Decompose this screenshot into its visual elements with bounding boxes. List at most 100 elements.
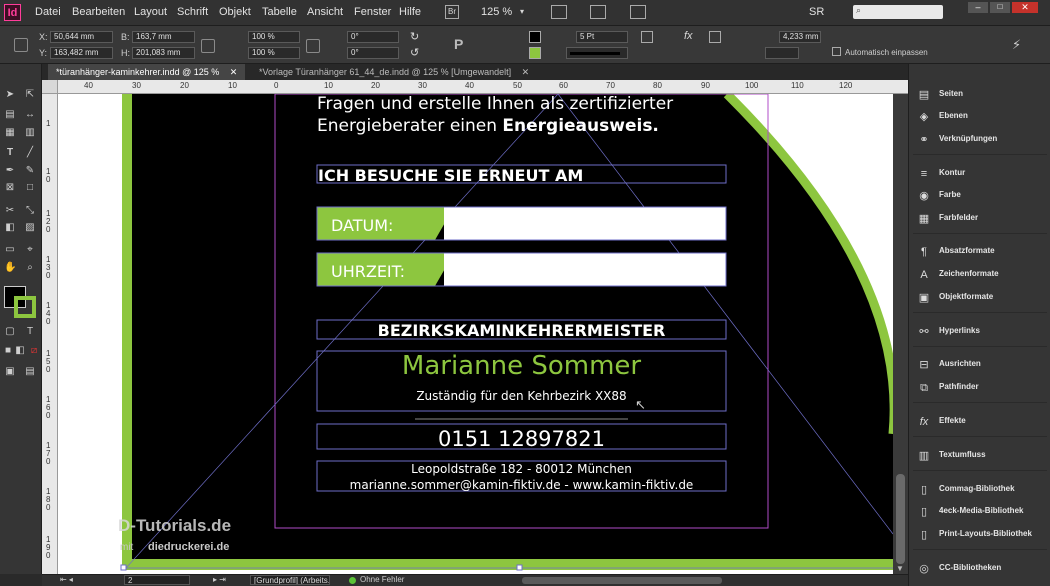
selection-tool-icon[interactable]: ➤ xyxy=(4,89,16,101)
link-scale-icon[interactable] xyxy=(306,39,320,53)
gap-tool-icon[interactable]: ↔ xyxy=(24,109,36,121)
hand-tool-icon[interactable]: ✋ xyxy=(4,262,16,274)
zoom-tool-icon[interactable]: ⌕ xyxy=(24,262,36,274)
page-nav-forward-icon[interactable]: ▸ ⇥ xyxy=(213,575,226,584)
stroke-type-select[interactable] xyxy=(566,47,628,59)
scissors-tool-icon[interactable]: ✂ xyxy=(4,205,16,217)
preview-mode-icon[interactable]: ▤ xyxy=(24,366,36,378)
gradient-tool-icon[interactable]: ◧ xyxy=(4,222,16,234)
rotate-cw-icon[interactable]: ↻ xyxy=(410,30,419,43)
date-label[interactable]: DATUM: xyxy=(331,216,393,235)
x-field[interactable]: 50,644 mm xyxy=(50,31,113,43)
preflight-status[interactable]: Ohne Fehler xyxy=(360,575,404,584)
constrain-proportions-icon[interactable] xyxy=(201,39,215,53)
page-tool-icon[interactable]: ▤ xyxy=(4,109,16,121)
rotate-ccw-icon[interactable]: ↺ xyxy=(410,46,419,59)
width-field[interactable]: 163,7 mm xyxy=(132,31,195,43)
vertical-ruler[interactable]: 1 1 0 1 2 0 1 3 0 1 4 0 1 5 0 1 6 0 1 7 … xyxy=(42,94,58,574)
time-label[interactable]: UHRZEIT: xyxy=(331,262,405,281)
frame-tool-icon[interactable]: ⊠ xyxy=(4,182,16,194)
gradient-feather-icon[interactable]: ▨ xyxy=(24,222,36,234)
bridge-button[interactable]: Br xyxy=(445,5,459,19)
view-options-icon[interactable] xyxy=(551,5,567,19)
menu-schrift[interactable]: Schrift xyxy=(177,6,208,18)
menu-tabelle[interactable]: Tabelle xyxy=(262,6,297,18)
eyedropper-tool-icon[interactable]: ⌖ xyxy=(24,244,36,256)
tab-document-vorlage[interactable]: *Vorlage Türanhänger 61_44_de.indd @ 125… xyxy=(251,64,537,80)
free-transform-icon[interactable]: ⤡ xyxy=(24,205,36,217)
normal-view-icon[interactable]: ▣ xyxy=(4,366,16,378)
height-field[interactable]: 201,083 mm xyxy=(132,47,195,59)
address-text[interactable]: Leopoldstraße 182 - 80012 München xyxy=(317,462,726,476)
menu-bearbeiten[interactable]: Bearbeiten xyxy=(72,6,125,18)
opacity-icon[interactable] xyxy=(641,31,653,43)
district-text[interactable]: Zuständig für den Kehrbezirk XX88 xyxy=(317,389,726,403)
ruler-origin[interactable] xyxy=(42,80,58,94)
zoom-level[interactable]: 125 % xyxy=(481,6,512,18)
scale-y-field[interactable]: 100 % xyxy=(248,47,300,59)
search-input[interactable]: ⌕ xyxy=(853,5,943,19)
page-nav-icon[interactable]: ⇤ ◂ xyxy=(60,575,73,584)
y-field[interactable]: 163,482 mm xyxy=(50,47,113,59)
apply-none-icon[interactable]: ⧄ xyxy=(28,345,40,357)
document-canvas[interactable]: Fragen und erstelle Ihnen als zertifizie… xyxy=(58,94,893,574)
scale-x-field[interactable]: 100 % xyxy=(248,31,300,43)
type-tool-icon[interactable]: T xyxy=(4,147,16,159)
corner-select[interactable] xyxy=(765,47,799,59)
note-tool-icon[interactable]: ▭ xyxy=(4,244,16,256)
shear-field[interactable]: 0° xyxy=(347,47,399,59)
profile-select[interactable]: [Grundprofil] (Arbeits... xyxy=(250,575,330,585)
path-icon[interactable]: P xyxy=(454,36,463,52)
content-collector-icon[interactable]: ▦ xyxy=(4,127,16,139)
arrange-documents-icon[interactable] xyxy=(630,5,646,19)
effects-icon[interactable]: fx xyxy=(684,30,693,42)
quick-apply-icon[interactable]: ⚡ xyxy=(1012,37,1021,53)
line-tool-icon[interactable]: ╱ xyxy=(24,147,36,159)
scroll-down-icon[interactable]: ▼ xyxy=(896,564,904,573)
reference-point-icon[interactable] xyxy=(14,38,28,52)
menu-fenster[interactable]: Fenster xyxy=(354,6,391,18)
tab-document-active[interactable]: *türanhänger-kaminkehrer.indd @ 125 % ✕ xyxy=(48,64,246,80)
menu-objekt[interactable]: Objekt xyxy=(219,6,251,18)
pen-tool-icon[interactable]: ✒ xyxy=(4,165,16,177)
vertical-scrollbar[interactable]: ▼ xyxy=(893,94,908,574)
minimize-button[interactable]: – xyxy=(968,2,988,13)
menu-datei[interactable]: Datei xyxy=(35,6,61,18)
zoom-dropdown-icon[interactable]: ▾ xyxy=(520,7,524,16)
content-placer-icon[interactable]: ▥ xyxy=(24,127,36,139)
intro-text-line2[interactable]: Energieberater einen Energieausweis. xyxy=(317,116,659,136)
close-tab-icon[interactable]: ✕ xyxy=(230,67,238,77)
scroll-thumb[interactable] xyxy=(896,474,905,564)
close-tab-icon[interactable]: ✕ xyxy=(522,67,530,77)
formatting-container-icon[interactable]: ▢ xyxy=(4,326,16,338)
fill-swatch-icon[interactable] xyxy=(529,31,541,43)
workspace-user[interactable]: SR xyxy=(809,6,824,18)
menu-hilfe[interactable]: Hilfe xyxy=(399,6,421,18)
formatting-text-icon[interactable]: T xyxy=(24,326,36,338)
stroke-swatch-icon[interactable] xyxy=(529,47,541,59)
maximize-button[interactable]: □ xyxy=(990,2,1010,13)
direct-selection-tool-icon[interactable]: ⇱ xyxy=(24,89,36,101)
revisit-heading[interactable]: ICH BESUCHE SIE ERNEUT AM xyxy=(318,166,583,185)
stroke-weight-field[interactable]: 5 Pt xyxy=(576,31,628,43)
pencil-tool-icon[interactable]: ✎ xyxy=(24,165,36,177)
page-number-field[interactable]: 2 xyxy=(124,575,190,585)
screen-mode-icon[interactable] xyxy=(590,5,606,19)
apply-gradient-icon[interactable]: ◧ xyxy=(14,345,26,357)
rectangle-tool-icon[interactable]: □ xyxy=(24,182,36,194)
reference-field[interactable]: 4,233 mm xyxy=(779,31,821,43)
autofit-checkbox[interactable] xyxy=(832,47,841,56)
close-button[interactable]: ✕ xyxy=(1012,2,1038,13)
menu-ansicht[interactable]: Ansicht xyxy=(307,6,343,18)
apply-color-icon[interactable]: ■ xyxy=(2,345,14,357)
intro-text-line1[interactable]: Fragen und erstelle Ihnen als zertifizie… xyxy=(317,94,673,114)
stroke-color-icon[interactable] xyxy=(14,296,36,318)
horizontal-ruler[interactable]: 40 30 20 10 0 10 20 30 40 50 60 70 80 90… xyxy=(42,80,908,94)
email-web-text[interactable]: marianne.sommer@kamin-fiktiv.de - www.ka… xyxy=(317,478,726,492)
rotate-field[interactable]: 0° xyxy=(347,31,399,43)
phone-number[interactable]: 0151 12897821 xyxy=(317,427,726,451)
menu-layout[interactable]: Layout xyxy=(134,6,167,18)
title-heading[interactable]: BEZIRKSKAMINKEHRERMEISTER xyxy=(317,321,726,340)
person-name[interactable]: Marianne Sommer xyxy=(317,351,726,381)
text-wrap-icon[interactable] xyxy=(709,31,721,43)
